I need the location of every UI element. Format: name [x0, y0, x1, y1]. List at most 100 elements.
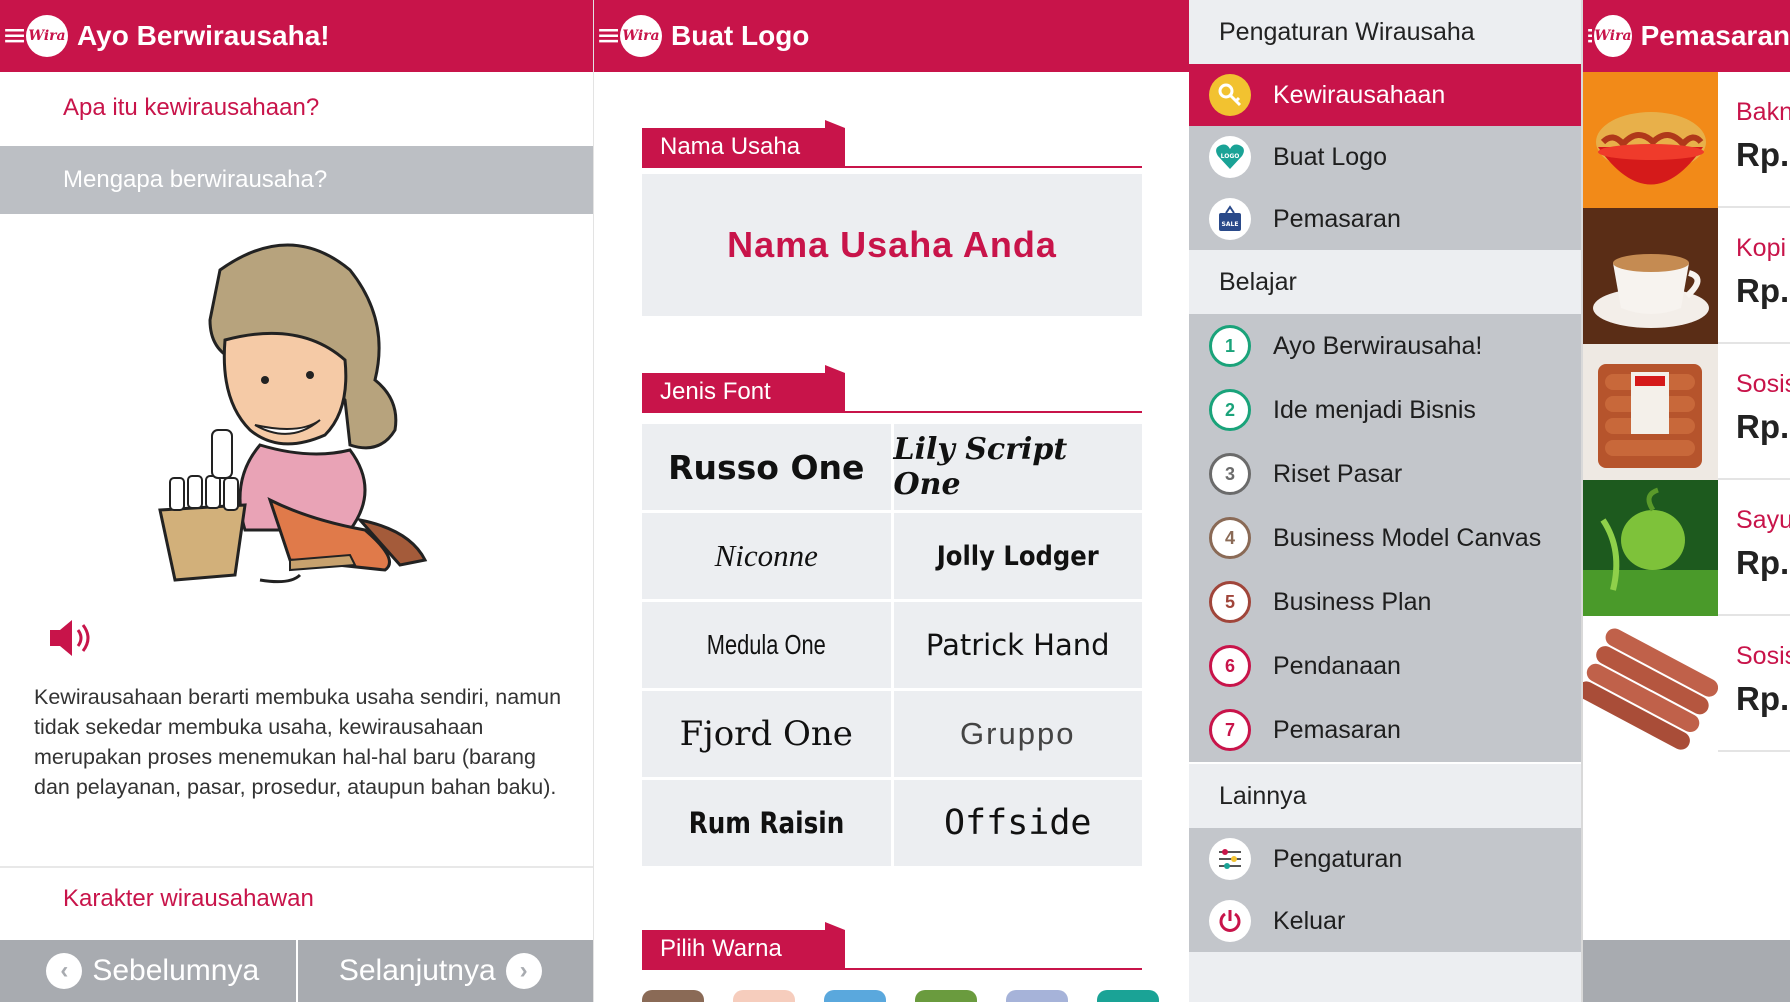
hamburger-menu-icon[interactable]: ≡ [2, 21, 24, 51]
drawer-item-keluar[interactable]: Keluar [1189, 890, 1581, 952]
product-item[interactable]: Sosis Rp. [1583, 616, 1790, 752]
drawer-item-label: Buat Logo [1273, 142, 1387, 171]
font-option[interactable]: Lily Script One [893, 424, 1142, 510]
section-header-pilih-warna: Pilih Warna [642, 922, 1142, 972]
app-bar-title: Ayo Berwirausaha! [77, 20, 330, 51]
step-number-icon: 3 [1209, 453, 1251, 495]
drawer-item-learn[interactable]: 5 Business Plan [1189, 570, 1581, 634]
drawer-item-label: Pengaturan [1273, 844, 1403, 873]
screen-ayo-berwirausaha: ≡ Wira Ayo Berwirausaha! Apa itu kewirau… [0, 0, 593, 1002]
bottom-bar [1583, 940, 1790, 1002]
step-number-icon: 1 [1209, 325, 1251, 367]
color-swatch[interactable] [733, 990, 795, 1002]
drawer-item-learn[interactable]: 6 Pendanaan [1189, 634, 1581, 698]
drawer-item-label: Riset Pasar [1273, 459, 1403, 488]
screen-buat-logo: ≡ Wira Buat Logo Nama Usaha Nama Usaha A… [593, 0, 1189, 1002]
next-button[interactable]: Selanjutnya › [295, 940, 594, 1002]
step-number-icon: 2 [1209, 389, 1251, 431]
product-thumbnail-sausage-pack [1583, 344, 1718, 480]
product-thumbnail-coffee [1583, 208, 1718, 344]
product-price: Rp. [1736, 272, 1790, 309]
divider [0, 866, 593, 868]
drawer-item-label: Business Plan [1273, 587, 1432, 616]
font-option[interactable]: Jolly Lodger [893, 513, 1142, 599]
drawer-item-label: Keluar [1273, 906, 1346, 935]
svg-text:SALE: SALE [1222, 221, 1239, 228]
color-swatch[interactable] [1006, 990, 1068, 1002]
product-item[interactable]: Bakn Rp. [1583, 72, 1790, 208]
drawer-item-learn[interactable]: 2 Ide menjadi Bisnis [1189, 378, 1581, 442]
app-bar: ≡ Wira Pemasaran [1583, 0, 1790, 72]
font-option[interactable]: Niconne [642, 513, 891, 599]
drawer-item-label: Pendanaan [1273, 651, 1401, 680]
font-option-label: Russo One [668, 447, 865, 487]
product-name: Kopi [1736, 234, 1787, 262]
product-name: Sosis [1736, 370, 1790, 398]
font-option-label: Jolly Lodger [936, 540, 1099, 572]
color-swatch[interactable] [1097, 990, 1159, 1002]
drawer-item-learn[interactable]: 3 Riset Pasar [1189, 442, 1581, 506]
color-swatch[interactable] [824, 990, 886, 1002]
step-number-icon: 7 [1209, 709, 1251, 751]
color-swatch[interactable] [642, 990, 704, 1002]
entrepreneur-illustration [158, 243, 428, 584]
font-grid: Russo One Lily Script One Niconne Jolly … [642, 424, 1142, 866]
drawer-item-label: Pemasaran [1273, 715, 1401, 744]
font-option[interactable]: Medula One [642, 602, 891, 688]
drawer-item-buat-logo[interactable]: LOGO Buat Logo [1189, 126, 1581, 188]
product-name: Sayu [1736, 506, 1790, 534]
font-option-label: Patrick Hand [925, 628, 1110, 662]
drawer-item-learn[interactable]: 4 Business Model Canvas [1189, 506, 1581, 570]
section-label: Jenis Font [642, 373, 845, 411]
section-header-jenis-font: Jenis Font [642, 365, 1142, 415]
app-logo: Wira [26, 15, 68, 57]
font-option-label: Fjord One [679, 714, 853, 754]
drawer-item-pemasaran[interactable]: SALE Pemasaran [1189, 188, 1581, 250]
font-option[interactable]: Gruppo [893, 691, 1142, 777]
font-option[interactable]: Offside [893, 780, 1142, 866]
drawer-header-lainnya: Lainnya [1189, 764, 1581, 828]
product-item[interactable]: Sayu Rp. [1583, 480, 1790, 616]
drawer-header: Pengaturan Wirausaha [1189, 0, 1581, 64]
drawer-group-learn: 1 Ayo Berwirausaha! 2 Ide menjadi Bisnis 3 Ri… [1189, 314, 1581, 762]
speaker-icon[interactable] [48, 618, 98, 658]
font-option[interactable]: Rum Raisin [642, 780, 891, 866]
app-bar: ≡ Wira Ayo Berwirausaha! [0, 0, 593, 72]
accordion-label: Apa itu kewirausahaan? [63, 94, 320, 121]
accordion-apa-itu[interactable]: Apa itu kewirausahaan? [0, 72, 593, 146]
drawer-group-other: Pengaturan Keluar [1189, 828, 1581, 952]
color-swatch[interactable] [915, 990, 977, 1002]
app-logo: Wira [1594, 15, 1632, 57]
product-price: Rp. [1736, 408, 1790, 445]
hamburger-menu-icon[interactable]: ≡ [1585, 21, 1592, 51]
chevron-left-icon: ‹ [46, 953, 83, 989]
accordion-mengapa[interactable]: Mengapa berwirausaha? [0, 146, 593, 214]
product-thumbnail-hotdogs [1583, 616, 1718, 752]
product-item[interactable]: Kopi Rp. [1583, 208, 1790, 344]
sale-bag-icon: SALE [1209, 198, 1251, 240]
font-option-label: Lily Script One [893, 432, 1068, 502]
drawer-item-learn[interactable]: 7 Pemasaran [1189, 698, 1581, 762]
accordion-label: Mengapa berwirausaha? [63, 166, 328, 193]
business-name-input[interactable]: Nama Usaha Anda [642, 174, 1142, 316]
product-price: Rp. [1736, 544, 1790, 581]
product-item[interactable]: Sosis Rp. [1583, 344, 1790, 480]
power-icon [1209, 900, 1251, 942]
app-bar-title: Buat Logo [671, 20, 810, 51]
font-option-label: Niconne [714, 538, 818, 573]
bottom-navigation: ‹ Sebelumnya Selanjutnya › [0, 940, 593, 1002]
drawer-item-label: Ayo Berwirausaha! [1273, 331, 1483, 360]
drawer-item-kewirausahaan[interactable]: Kewirausahaan [1189, 64, 1581, 126]
settings-icon [1209, 838, 1251, 880]
drawer-item-learn[interactable]: 1 Ayo Berwirausaha! [1189, 314, 1581, 378]
previous-label: Sebelumnya [92, 954, 260, 987]
product-price: Rp. [1736, 680, 1790, 717]
hamburger-menu-icon[interactable]: ≡ [596, 21, 618, 51]
font-option[interactable]: Russo One [642, 424, 891, 510]
font-option-label: Gruppo [960, 716, 1076, 751]
font-option[interactable]: Patrick Hand [893, 602, 1142, 688]
color-swatches [642, 990, 1159, 1002]
font-option[interactable]: Fjord One [642, 691, 891, 777]
previous-button[interactable]: ‹ Sebelumnya [0, 940, 296, 1002]
drawer-item-pengaturan[interactable]: Pengaturan [1189, 828, 1581, 890]
